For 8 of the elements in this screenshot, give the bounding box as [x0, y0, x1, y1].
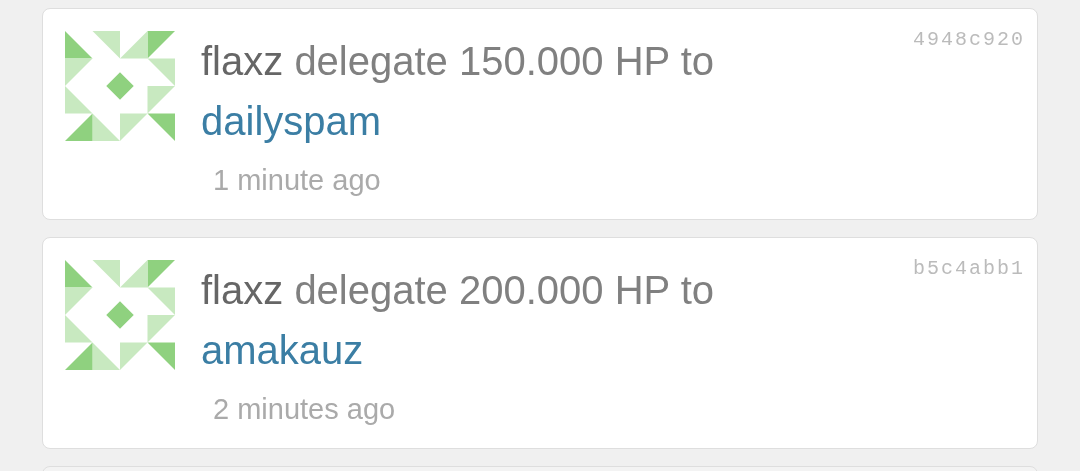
transaction-hash: 4948c920 — [913, 27, 1025, 53]
activity-text: flaxz delegate 200.000 HP to amakauz — [201, 267, 715, 374]
user-link[interactable]: amakauz — [201, 328, 364, 372]
transaction-hash: b5c4abb1 — [913, 256, 1025, 282]
user-link[interactable]: dailyspam — [201, 99, 382, 143]
timestamp: 2 minutes ago — [213, 392, 397, 427]
timestamp: 1 minute ago — [213, 163, 382, 198]
activity-text: flaxz delegate 150.000 HP to dailyspam — [201, 38, 715, 145]
